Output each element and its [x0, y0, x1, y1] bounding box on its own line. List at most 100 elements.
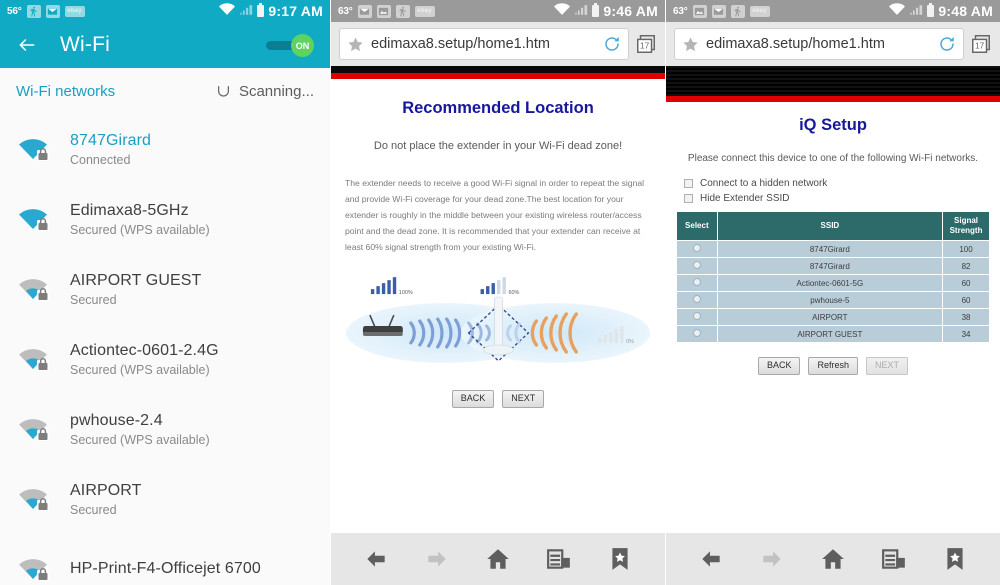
nav-home-icon[interactable] — [820, 546, 846, 572]
cell-select[interactable] — [676, 291, 718, 309]
wifi-signal-icon — [18, 485, 52, 513]
ebay-icon: ebay — [64, 5, 85, 17]
ssid-scan-table: Select SSID Signal Strength 8747Girard 10… — [676, 211, 990, 343]
extender-placement-diagram: 100% 60% 0% — [341, 271, 655, 376]
svg-text:17: 17 — [975, 42, 985, 51]
browser-nav-bar — [666, 533, 1000, 585]
table-row[interactable]: pwhouse-5 60 — [676, 291, 990, 309]
next-button: NEXT — [866, 357, 909, 375]
gallery-icon — [692, 4, 707, 18]
nav-back-icon[interactable] — [698, 546, 724, 572]
select-radio[interactable] — [692, 244, 701, 252]
screenshot-root: 56° ebay 9:17 AM Wi-Fi ON Wi-Fi networks… — [0, 0, 1000, 585]
nav-bookmark-icon[interactable] — [607, 546, 633, 572]
tabs-icon[interactable]: 17 — [635, 33, 657, 55]
reload-icon[interactable] — [938, 35, 956, 53]
nav-forward-icon — [424, 546, 450, 572]
cell-select[interactable] — [676, 325, 718, 343]
wifi-network-item[interactable]: Edimaxa8-5GHz Secured (WPS available) — [0, 184, 330, 254]
cell-select[interactable] — [676, 257, 718, 275]
url-input[interactable]: edimaxa8.setup/home1.htm — [674, 28, 964, 60]
cell-signal-strength: 100 — [942, 240, 990, 258]
page-content: iQ Setup Please connect this device to o… — [666, 116, 1000, 375]
checkbox-row[interactable]: Hide Extender SSID — [684, 193, 990, 204]
select-radio[interactable] — [692, 295, 701, 303]
next-button[interactable]: NEXT — [502, 390, 545, 409]
wifi-network-ssid: AIRPORT — [70, 481, 142, 499]
cell-signal-strength: 38 — [942, 308, 990, 326]
url-text: edimaxa8.setup/home1.htm — [706, 36, 885, 52]
select-radio[interactable] — [692, 278, 701, 286]
mail-icon — [711, 4, 726, 18]
status-bar-left: 63° ebay — [338, 4, 435, 18]
runner-icon — [395, 4, 410, 18]
banner-black-stripe — [666, 66, 1000, 96]
wifi-networks-label: Wi-Fi networks — [16, 82, 116, 100]
clock: 9:46 AM — [603, 3, 658, 19]
table-row[interactable]: 8747Girard 82 — [676, 257, 990, 275]
back-button[interactable]: BACK — [757, 357, 801, 375]
mail-icon — [45, 4, 60, 18]
svg-text:17: 17 — [640, 42, 650, 51]
runner-icon — [26, 4, 41, 18]
brand-banner — [666, 66, 1000, 102]
wifi-network-item[interactable]: 8747Girard Connected — [0, 114, 330, 184]
wizard-buttons: BACK Refresh NEXT — [676, 357, 990, 375]
wifi-network-text: Edimaxa8-5GHz Secured (WPS available) — [70, 202, 210, 237]
select-radio[interactable] — [692, 261, 701, 269]
status-bar-right: 9:48 AM — [889, 3, 993, 19]
table-row[interactable]: AIRPORT GUEST 34 — [676, 325, 990, 343]
nav-forward-icon — [759, 546, 785, 572]
page-content: Recommended Location Do not place the ex… — [331, 99, 665, 409]
nav-back-icon[interactable] — [363, 546, 389, 572]
table-row[interactable]: 8747Girard 100 — [676, 240, 990, 258]
wifi-network-item[interactable]: HP-Print-F4-Officejet 6700 — [0, 534, 330, 585]
url-input[interactable]: edimaxa8.setup/home1.htm — [339, 28, 629, 60]
table-row[interactable]: AIRPORT 38 — [676, 308, 990, 326]
checkbox-label: Connect to a hidden network — [700, 178, 828, 189]
table-header-row: Select SSID Signal Strength — [676, 211, 990, 241]
wifi-network-state: Connected — [70, 152, 131, 167]
svg-text:0%: 0% — [626, 339, 634, 345]
nav-bookmark-icon[interactable] — [942, 546, 968, 572]
wifi-network-item[interactable]: AIRPORT Secured — [0, 464, 330, 534]
wifi-network-item[interactable]: Actiontec-0601-2.4G Secured (WPS availabl… — [0, 324, 330, 394]
nav-home-icon[interactable] — [485, 546, 511, 572]
reload-icon[interactable] — [603, 35, 621, 53]
status-bar-left: 63° ebay — [673, 4, 770, 18]
checkbox-input[interactable] — [684, 179, 693, 188]
checkbox-row[interactable]: Connect to a hidden network — [684, 178, 990, 189]
nav-tabs-icon[interactable] — [881, 546, 907, 572]
wifi-toggle[interactable]: ON — [266, 34, 314, 57]
nav-tabs-icon[interactable] — [546, 546, 572, 572]
wifi-network-list: 8747Girard Connected Edimaxa8-5GHz Secured … — [0, 114, 330, 585]
clock: 9:48 AM — [938, 3, 993, 19]
back-button[interactable]: BACK — [451, 390, 495, 409]
star-icon[interactable] — [347, 36, 364, 53]
back-arrow-icon[interactable] — [16, 35, 38, 55]
battery-icon — [927, 3, 935, 17]
cell-select[interactable] — [676, 308, 718, 326]
wifi-network-item[interactable]: pwhouse-2.4 Secured (WPS available) — [0, 394, 330, 464]
checkbox-input[interactable] — [684, 194, 693, 203]
wifi-network-text: 8747Girard Connected — [70, 132, 151, 167]
tabs-icon[interactable]: 17 — [970, 33, 992, 55]
scanning-label: Scanning... — [238, 82, 314, 100]
column-header-signal-strength: Signal Strength — [942, 211, 990, 241]
table-row[interactable]: Actiontec-0601-5G 60 — [676, 274, 990, 292]
url-text: edimaxa8.setup/home1.htm — [371, 36, 550, 52]
banner-red-stripe — [666, 96, 1000, 102]
refresh-button[interactable]: Refresh — [808, 357, 858, 375]
cell-select[interactable] — [676, 240, 718, 258]
status-bar: 63° ebay 9:46 AM — [331, 0, 665, 22]
select-radio[interactable] — [692, 312, 701, 320]
select-radio[interactable] — [692, 329, 701, 337]
cell-select[interactable] — [676, 274, 718, 292]
wifi-network-text: pwhouse-2.4 Secured (WPS available) — [70, 412, 210, 447]
ebay-icon: ebay — [749, 5, 770, 17]
wifi-network-ssid: Edimaxa8-5GHz — [70, 201, 189, 219]
temperature-indicator: 63° — [338, 5, 353, 17]
table-body: 8747Girard 100 8747Girard 82 Actiontec-0601-… — [676, 240, 990, 343]
star-icon[interactable] — [682, 36, 699, 53]
wifi-network-item[interactable]: AIRPORT GUEST Secured — [0, 254, 330, 324]
